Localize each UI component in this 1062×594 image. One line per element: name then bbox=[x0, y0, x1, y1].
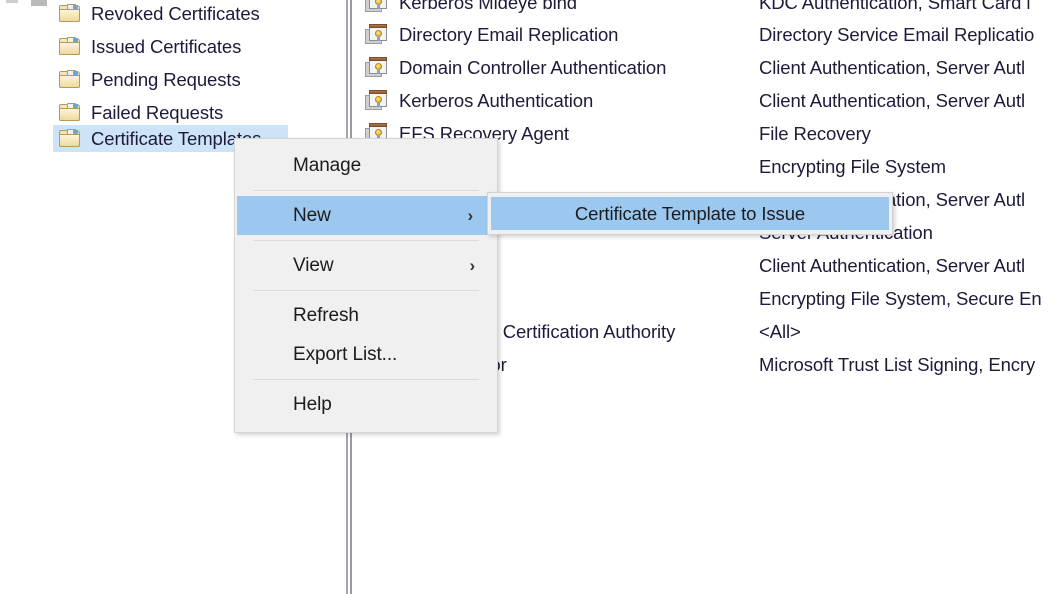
template-name-label: Domain Controller Authentication bbox=[399, 57, 666, 79]
intended-purpose-cell: <All> bbox=[759, 321, 801, 343]
sidebar-item-revoked-certificates[interactable]: Revoked Certificates bbox=[58, 0, 260, 27]
sidebar-item-issued-certificates[interactable]: Issued Certificates bbox=[58, 33, 241, 60]
menu-item-label: New bbox=[293, 205, 331, 227]
menu-item-view[interactable]: View › bbox=[235, 246, 497, 285]
template-name-label: Directory Email Replication bbox=[399, 24, 618, 46]
menu-item-label: Refresh bbox=[293, 305, 359, 327]
menu-separator bbox=[253, 240, 479, 241]
new-submenu[interactable]: Certificate Template to Issue bbox=[487, 192, 893, 235]
menu-item-label: Export List... bbox=[293, 344, 397, 366]
template-name-label: Kerberos Mideye bind bbox=[399, 0, 577, 14]
intended-purpose-cell: File Recovery bbox=[759, 123, 871, 145]
menu-item-label: View bbox=[293, 255, 333, 277]
tree-node-stub-icon bbox=[31, 0, 47, 6]
menu-item-new[interactable]: New › bbox=[237, 196, 495, 235]
certificate-template-icon bbox=[365, 0, 389, 13]
folder-icon bbox=[58, 37, 82, 56]
template-name-cell: Directory Email Replication bbox=[365, 24, 618, 46]
menu-separator bbox=[253, 379, 479, 380]
intended-purpose-cell: Encrypting File System, Secure En bbox=[759, 288, 1042, 310]
certificate-template-icon bbox=[365, 90, 389, 111]
intended-purpose-cell: Microsoft Trust List Signing, Encry bbox=[759, 354, 1035, 376]
intended-purpose-cell: Client Authentication, Server Autl bbox=[759, 90, 1025, 112]
template-name-cell: Kerberos Authentication bbox=[365, 90, 593, 112]
submenu-item-certificate-template-to-issue[interactable]: Certificate Template to Issue bbox=[491, 197, 889, 230]
table-row[interactable]: Domain Controller Authentication Client A… bbox=[353, 51, 1062, 84]
intended-purpose-cell: Directory Service Email Replicatio bbox=[759, 24, 1034, 46]
menu-item-refresh[interactable]: Refresh bbox=[235, 296, 497, 335]
table-row[interactable]: Kerberos Authentication Client Authentica… bbox=[353, 84, 1062, 117]
submenu-item-label: Certificate Template to Issue bbox=[575, 203, 805, 225]
chevron-right-icon: › bbox=[469, 256, 475, 276]
menu-top-padding bbox=[235, 139, 497, 146]
table-row[interactable]: Kerberos Mideye bind KDC Authentication, … bbox=[353, 0, 1062, 19]
sidebar-item-label: Issued Certificates bbox=[91, 36, 241, 58]
menu-item-help[interactable]: Help bbox=[235, 385, 497, 424]
menu-bottom-padding bbox=[235, 424, 497, 432]
menu-separator bbox=[253, 290, 479, 291]
tree-expander-stub-icon bbox=[6, 0, 18, 3]
folder-icon bbox=[58, 4, 82, 23]
template-name-label: Kerberos Authentication bbox=[399, 90, 593, 112]
template-name-cell: Kerberos Mideye bind bbox=[365, 0, 577, 14]
chevron-right-icon: › bbox=[467, 206, 473, 226]
intended-purpose-cell: Client Authentication, Server Autl bbox=[759, 57, 1025, 79]
certificate-template-icon bbox=[365, 57, 389, 78]
menu-separator bbox=[253, 190, 479, 191]
sidebar-item-failed-requests[interactable]: Failed Requests bbox=[58, 99, 223, 126]
template-name-cell: Domain Controller Authentication bbox=[365, 57, 666, 79]
sidebar-item-label: Pending Requests bbox=[91, 69, 241, 91]
folder-icon bbox=[58, 129, 82, 148]
menu-item-manage[interactable]: Manage bbox=[235, 146, 497, 185]
menu-item-export-list[interactable]: Export List... bbox=[235, 335, 497, 374]
intended-purpose-cell: KDC Authentication, Smart Card l bbox=[759, 0, 1030, 14]
menu-item-label: Help bbox=[293, 394, 332, 416]
context-menu[interactable]: Manage New › View › Refresh Export List... Help bbox=[234, 138, 498, 433]
intended-purpose-cell: Client Authentication, Server Autl bbox=[759, 255, 1025, 277]
menu-item-label: Manage bbox=[293, 155, 361, 177]
folder-icon bbox=[58, 70, 82, 89]
sidebar-item-label: Revoked Certificates bbox=[91, 3, 260, 25]
folder-icon bbox=[58, 103, 82, 122]
intended-purpose-cell: Encrypting File System bbox=[759, 156, 946, 178]
certificate-template-icon bbox=[365, 24, 389, 45]
table-row[interactable]: Directory Email Replication Directory Ser… bbox=[353, 18, 1062, 51]
sidebar-item-pending-requests[interactable]: Pending Requests bbox=[58, 66, 241, 93]
sidebar-item-label: Failed Requests bbox=[91, 102, 223, 124]
